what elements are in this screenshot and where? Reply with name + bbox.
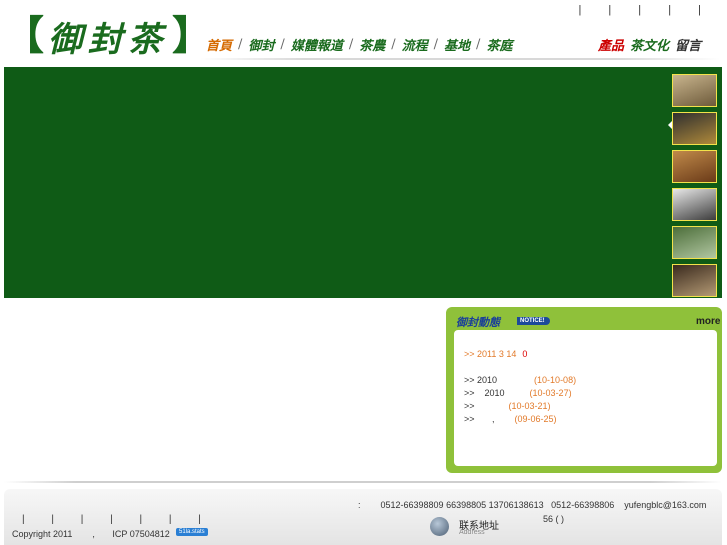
address-room: 56 ( ) bbox=[543, 514, 565, 524]
nav-base[interactable]: 基地 bbox=[444, 35, 470, 54]
logo-text: 御封茶 bbox=[48, 19, 168, 60]
footer-contact: : 0512-66398809 66398805 13706138613 051… bbox=[358, 500, 707, 510]
news-item[interactable]: >> 2010 (10-03-27) bbox=[464, 388, 572, 398]
news-item-text: >> 2011 3 14 bbox=[464, 349, 517, 359]
news-item[interactable]: >> 2010 (10-10-08) bbox=[464, 375, 576, 385]
news-title: 御封動態 bbox=[456, 316, 500, 329]
news-item-featured[interactable]: >> 2011 3 14 0 bbox=[464, 349, 527, 359]
nav-separator: / bbox=[433, 36, 439, 52]
nav-tea-garden[interactable]: 茶庭 bbox=[486, 35, 512, 54]
nav-separator: / bbox=[348, 36, 354, 52]
news-item[interactable]: >> , (09-06-25) bbox=[464, 414, 557, 424]
nav-media[interactable]: 媒體報道 bbox=[291, 35, 343, 54]
nav-guestbook[interactable]: 留言 bbox=[675, 35, 701, 54]
nav-yufeng[interactable]: 御封 bbox=[248, 35, 274, 54]
banner-thumbnail[interactable] bbox=[672, 188, 717, 221]
nav-tea-culture[interactable]: 茶文化 bbox=[630, 35, 669, 54]
banner-thumbnail[interactable] bbox=[672, 74, 717, 107]
banner-thumbnail[interactable] bbox=[672, 112, 717, 145]
news-item-text: >> 2010 bbox=[464, 375, 498, 385]
nav-process[interactable]: 流程 bbox=[402, 35, 428, 54]
news-item-date: (10-03-21) bbox=[508, 401, 551, 411]
news-item-date: (10-10-08) bbox=[534, 375, 577, 385]
secondary-nav: 產品 茶文化 留言 bbox=[598, 34, 707, 54]
address-sublabel: Address bbox=[459, 529, 485, 536]
globe-icon bbox=[430, 517, 449, 536]
news-item-text: >> , bbox=[464, 414, 495, 424]
banner-slideshow[interactable] bbox=[4, 67, 722, 298]
news-item-text: >> bbox=[464, 401, 475, 411]
nav-products[interactable]: 產品 bbox=[598, 35, 624, 54]
news-item-text: >> 2010 bbox=[464, 388, 505, 398]
copyright: Copyright 2011 , ICP 07504812 bbox=[12, 529, 170, 539]
main-nav: 首頁 / 御封 / 媒體報道 / 茶農 / 流程 / 基地 / 茶庭 bbox=[206, 34, 512, 54]
banner-thumbnail[interactable] bbox=[672, 226, 717, 259]
footer-links[interactable]: | | | | | | | bbox=[22, 514, 213, 525]
nav-separator: / bbox=[391, 36, 396, 52]
notice-badge: NOTICE! bbox=[517, 317, 550, 325]
news-item-date: (09-06-25) bbox=[514, 414, 557, 424]
footer-divider bbox=[4, 481, 722, 483]
thumbnail-strip bbox=[672, 74, 717, 302]
banner-thumbnail[interactable] bbox=[672, 264, 717, 297]
news-item[interactable]: >> (10-03-21) bbox=[464, 401, 551, 411]
nav-underline bbox=[200, 58, 720, 60]
nav-separator: / bbox=[280, 36, 285, 52]
nav-separator: / bbox=[476, 36, 481, 52]
more-link[interactable]: more bbox=[696, 316, 720, 327]
nav-home[interactable]: 首頁 bbox=[206, 35, 232, 54]
news-item-date: (10-03-27) bbox=[529, 388, 572, 398]
nav-separator: / bbox=[238, 36, 243, 52]
nav-farmers[interactable]: 茶農 bbox=[359, 35, 385, 54]
top-links[interactable]: | | | | | bbox=[578, 4, 713, 16]
logo-bracket-left: 【 bbox=[4, 12, 44, 59]
news-item-count: 0 bbox=[522, 349, 528, 359]
banner-thumbnail[interactable] bbox=[672, 150, 717, 183]
site-logo[interactable]: 【 御封茶 】 bbox=[4, 12, 212, 60]
stats-badge[interactable]: 51la.stats bbox=[176, 528, 208, 536]
